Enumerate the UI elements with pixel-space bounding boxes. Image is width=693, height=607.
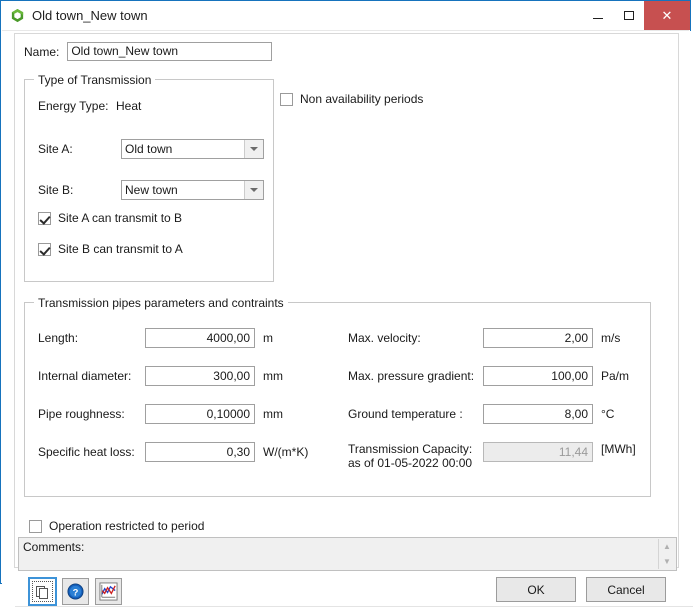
site-b-transmit-label: Site B can transmit to A [58,242,183,256]
pipe-roughness-input[interactable]: 0,10000 [145,404,255,424]
ground-temperature-row: Ground temperature : 8,00 °C [348,404,614,424]
operation-restricted-label: Operation restricted to period [49,519,205,533]
ground-temperature-unit: °C [601,407,615,421]
non-availability-checkbox[interactable]: Non availability periods [280,92,423,106]
max-pressure-gradient-input[interactable]: 100,00 [483,366,593,386]
internal-diameter-row: Internal diameter: 300,00 mm [38,366,283,386]
checkbox-box [29,519,42,533]
site-b-row: Site B: New town [38,180,264,200]
site-a-transmit-checkbox[interactable]: Site A can transmit to B [38,211,182,225]
copy-button[interactable] [28,577,57,606]
energy-type-value: Heat [116,99,142,113]
name-input[interactable]: Old town_New town [67,42,273,61]
hexagon-icon [9,8,25,24]
help-button[interactable]: ? [62,578,89,605]
window-controls: ✕ [582,1,690,30]
max-velocity-unit: m/s [601,331,621,345]
internal-diameter-unit: mm [263,369,283,383]
specific-heat-loss-unit: W/(m*K) [263,445,309,459]
window-title: Old town_New town [32,8,148,23]
focus-outline [32,581,53,602]
transmission-capacity-unit: [MWh] [601,442,636,456]
site-b-dropdown-button[interactable] [244,181,263,199]
cancel-button[interactable]: Cancel [586,577,666,602]
site-b-value: New town [125,183,178,197]
comments-box[interactable]: Comments: ▲ ▼ [18,537,677,571]
ok-button[interactable]: OK [496,577,576,602]
length-unit: m [263,331,273,345]
pipe-roughness-row: Pipe roughness: 0,10000 mm [38,404,283,424]
max-pressure-gradient-label: Max. pressure gradient: [348,369,475,383]
chevron-down-icon [250,147,258,151]
max-velocity-input[interactable]: 2,00 [483,328,593,348]
pipe-roughness-unit: mm [263,407,283,421]
transmission-capacity-input: 11,44 [483,442,593,462]
name-row: Name: Old town_New town [24,42,273,61]
svg-text:?: ? [73,587,79,598]
specific-heat-loss-label: Specific heat loss: [38,445,135,459]
content-panel: Name: Old town_New town Type of Transmis… [14,33,693,607]
length-label: Length: [38,331,79,345]
site-a-transmit-label: Site A can transmit to B [58,211,183,225]
type-of-transmission-title: Type of Transmission [34,73,156,87]
checkbox-box [38,242,51,256]
energy-type-label: Energy Type: [38,99,109,113]
maximize-button[interactable] [613,1,644,30]
chevron-up-icon[interactable]: ▲ [663,542,671,551]
site-a-dropdown-button[interactable] [244,140,263,158]
ground-temperature-label: Ground temperature : [348,407,463,421]
length-input[interactable]: 4000,00 [145,328,255,348]
client-area: Name: Old town_New town Type of Transmis… [2,31,693,607]
pipe-roughness-label: Pipe roughness: [38,407,125,421]
comments-label: Comments: [23,540,85,554]
comments-scrollbar[interactable]: ▲ ▼ [658,539,675,569]
close-icon: ✕ [661,8,673,23]
chart-button[interactable] [95,578,122,605]
non-availability-label: Non availability periods [300,92,424,106]
energy-type-row: Energy Type: Heat [38,99,141,113]
operation-restricted-checkbox[interactable]: Operation restricted to period [29,519,204,533]
checkbox-box [38,211,51,225]
close-button[interactable]: ✕ [644,1,690,30]
chart-icon [99,582,118,601]
site-b-label: Site B: [38,183,74,197]
max-pressure-gradient-unit: Pa/m [601,369,630,383]
internal-diameter-input[interactable]: 300,00 [145,366,255,386]
transmission-capacity-label-group: Transmission Capacity: as of 01-05-2022 … [348,442,483,470]
pipes-parameters-title: Transmission pipes parameters and contra… [34,296,288,310]
dialog-buttons: OK Cancel [496,577,666,602]
specific-heat-loss-row: Specific heat loss: 0,30 W/(m*K) [38,442,308,462]
title-bar: Old town_New town ✕ [1,1,690,31]
transmission-capacity-label: Transmission Capacity: [348,442,473,456]
site-a-select[interactable]: Old town [121,139,264,159]
internal-diameter-label: Internal diameter: [38,369,132,383]
minimize-icon [592,18,603,19]
maximize-icon [623,11,634,20]
chevron-down-icon[interactable]: ▼ [663,557,671,566]
site-a-row: Site A: Old town [38,139,264,159]
checkbox-box [280,92,293,106]
pipes-parameters-group: Transmission pipes parameters and contra… [24,296,651,497]
site-a-label: Site A: [38,142,73,156]
type-of-transmission-group: Type of Transmission Energy Type: Heat S… [24,73,274,282]
transmission-capacity-asof: as of 01-05-2022 00:00 [348,456,473,470]
max-velocity-label: Max. velocity: [348,331,421,345]
bottom-toolbar: ? [28,577,122,606]
chevron-down-icon [250,188,258,192]
specific-heat-loss-input[interactable]: 0,30 [145,442,255,462]
dialog-window: Old town_New town ✕ Name: Old town_New t… [0,0,693,607]
transmission-capacity-row: Transmission Capacity: as of 01-05-2022 … [348,442,636,470]
max-velocity-row: Max. velocity: 2,00 m/s [348,328,620,348]
site-b-select[interactable]: New town [121,180,264,200]
max-pressure-gradient-row: Max. pressure gradient: 100,00 Pa/m [348,366,629,386]
site-a-value: Old town [125,142,173,156]
length-row: Length: 4000,00 m [38,328,273,348]
site-b-transmit-checkbox[interactable]: Site B can transmit to A [38,242,183,256]
name-label: Name: [24,44,60,59]
ground-temperature-input[interactable]: 8,00 [483,404,593,424]
minimize-button[interactable] [582,1,613,30]
